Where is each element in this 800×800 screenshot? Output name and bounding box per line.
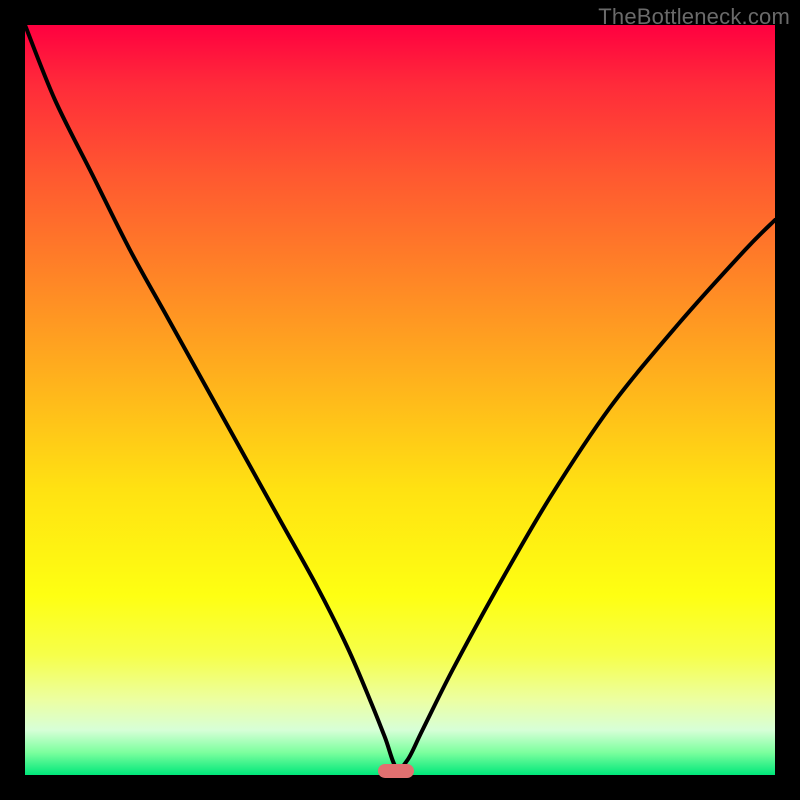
optimal-marker	[378, 764, 414, 778]
bottleneck-curve	[25, 25, 775, 775]
chart-frame: TheBottleneck.com	[0, 0, 800, 800]
plot-area	[25, 25, 775, 775]
